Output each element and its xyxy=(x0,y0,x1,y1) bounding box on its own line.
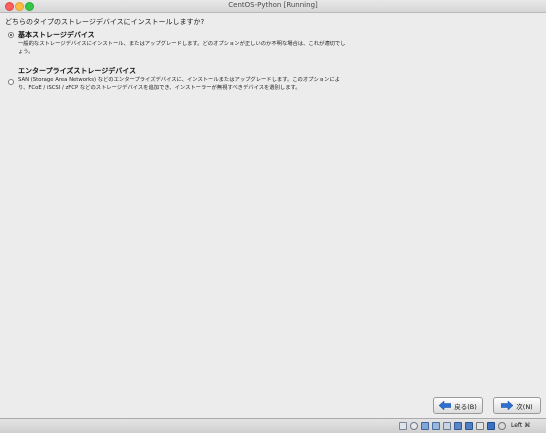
cpu-icon[interactable] xyxy=(487,422,495,430)
hard-disk-icon[interactable] xyxy=(399,422,407,430)
audio-icon[interactable] xyxy=(421,422,429,430)
back-button-label: 戻る(B) xyxy=(454,402,477,411)
basic-storage-description: 一般的なストレージデバイスにインストール、またはアップグレードします。どのオプシ… xyxy=(18,41,346,55)
back-button[interactable]: 戻る(B) xyxy=(433,397,483,414)
window-titlebar[interactable]: CentOS-Python [Running] xyxy=(0,0,546,13)
enterprise-storage-radio[interactable] xyxy=(8,79,14,85)
display-icon[interactable] xyxy=(465,422,473,430)
basic-storage-title: 基本ストレージデバイス xyxy=(18,31,95,39)
option-enterprise-storage[interactable]: エンタープライズストレージデバイス SAN (Storage Area Netw… xyxy=(8,66,528,102)
window-title: CentOS-Python [Running] xyxy=(228,1,318,9)
next-button[interactable]: 次(N) xyxy=(493,397,541,414)
enterprise-storage-description: SAN (Storage Area Networks) などのエンタープライズデ… xyxy=(18,77,340,91)
mouse-integration-icon[interactable] xyxy=(498,422,506,430)
basic-storage-radio[interactable] xyxy=(8,32,14,38)
usb-icon[interactable] xyxy=(443,422,451,430)
shared-folder-icon[interactable] xyxy=(454,422,462,430)
arrow-right-icon xyxy=(501,401,514,410)
next-button-label: 次(N) xyxy=(516,402,533,411)
network-icon[interactable] xyxy=(432,422,440,430)
installer-page: どちらのタイプのストレージデバイスにインストールしますか? 基本ストレージデバイ… xyxy=(0,13,546,418)
option-basic-storage[interactable]: 基本ストレージデバイス 一般的なストレージデバイスにインストール、またはアップグ… xyxy=(8,30,528,60)
video-capture-icon[interactable] xyxy=(476,422,484,430)
storage-question: どちらのタイプのストレージデバイスにインストールしますか? xyxy=(5,18,205,26)
enterprise-storage-title: エンタープライズストレージデバイス xyxy=(18,67,137,75)
vm-statusbar: Left ⌘ xyxy=(0,418,546,433)
host-key-label: Left ⌘ xyxy=(511,422,531,429)
optical-drive-icon[interactable] xyxy=(410,422,418,430)
arrow-left-icon xyxy=(439,401,452,410)
